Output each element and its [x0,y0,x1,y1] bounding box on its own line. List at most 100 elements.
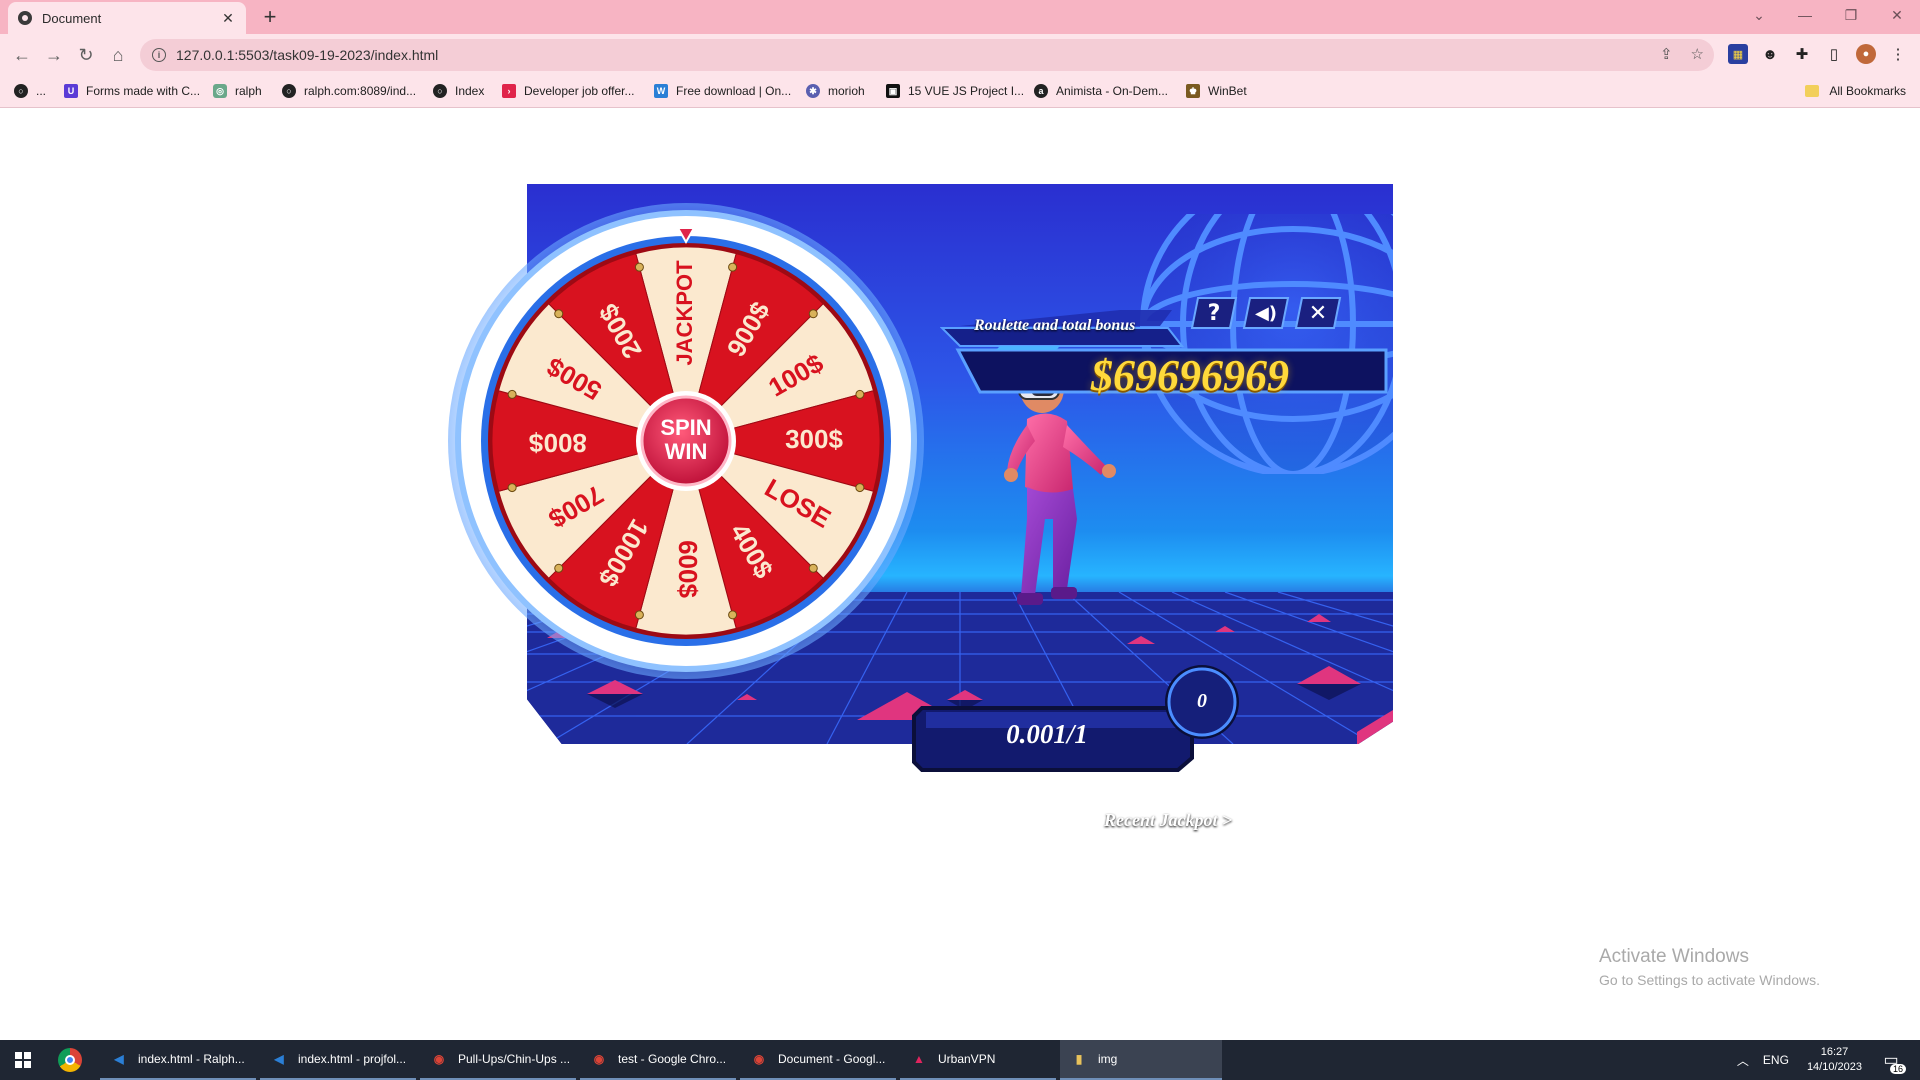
chevron-down-icon[interactable]: ⌄ [1736,0,1782,30]
close-button[interactable]: ✕ [1294,296,1342,330]
morioh-icon: ✱ [806,84,820,98]
notification-icon[interactable]: ▭ 16 [1876,1050,1906,1074]
tab-title: Document [42,10,102,26]
wheel-stud [808,563,818,573]
extension-icon[interactable]: ▦ [1728,44,1748,64]
notification-count: 16 [1889,1064,1906,1074]
start-button[interactable] [0,1040,46,1080]
wheel-stud [554,309,564,319]
wheel-stud [855,483,865,493]
reload-button[interactable]: ↻ [74,43,98,67]
back-button[interactable]: ← [10,43,34,67]
bookmark-item[interactable]: U Forms made with C... [64,84,200,98]
new-tab-button[interactable]: + [258,4,282,30]
bookmark-item[interactable]: ▣ 15 VUE JS Project I... [886,84,1024,98]
windows-taskbar: ◀ index.html - Ralph... ◀ index.html - pro… [0,1040,1920,1080]
wheel-segment-label: 600$ [673,540,703,598]
wheel-segment-label: 800$ [529,428,587,458]
browser-toolbar: ← → ↻ ⌂ i 127.0.0.1:5503/task09-19-2023/… [0,34,1920,76]
wheel-stud [728,262,738,272]
taskbar-item[interactable]: ◀ index.html - projfol... [260,1040,416,1080]
animista-icon: a [1034,84,1048,98]
globe-icon [18,11,32,25]
close-window-button[interactable]: ✕ [1874,0,1920,30]
taskbar-item[interactable]: ▲ UrbanVPN [900,1040,1056,1080]
bookmark-item[interactable]: ○ ralph.com:8089/ind... [282,84,416,98]
address-bar[interactable]: i 127.0.0.1:5503/task09-19-2023/index.ht… [140,39,1714,71]
alien-extension-icon[interactable]: ☻ [1760,44,1780,64]
bonus-amount: $69696969 [1091,351,1289,400]
watermark-title: Activate Windows [1599,946,1749,967]
side-panel-icon[interactable]: ▯ [1824,44,1844,64]
chrome-icon: ◉ [593,1052,605,1066]
wheel-stud [634,262,644,272]
vscode-icon: ◀ [114,1052,124,1066]
bookmarks-bar: ○... U Forms made with C... ◎ ralph ○ ralph… [0,76,1920,108]
restore-button[interactable]: ❐ [1828,0,1874,30]
wheel-stud [855,389,865,399]
taskbar-item[interactable]: ◀ index.html - Ralph... [100,1040,256,1080]
bookmark-item[interactable]: a Animista - On-Dem... [1034,84,1168,98]
spin-label: SPIN [660,415,711,440]
avatar[interactable]: ● [1856,44,1876,64]
close-tab-icon[interactable]: ✕ [220,10,236,27]
help-button[interactable]: ? [1190,296,1238,330]
window-controls: ⌄ — ❐ ✕ [1736,0,1920,30]
globe-icon: ○ [282,84,296,98]
bookmark-item[interactable]: ✱ morioh [806,84,865,98]
home-button[interactable]: ⌂ [106,43,130,67]
chrome-icon: ◉ [433,1052,445,1066]
all-bookmarks[interactable]: All Bookmarks [1805,84,1906,98]
forward-button[interactable]: → [42,43,66,67]
url-text: 127.0.0.1:5503/task09-19-2023/index.html [176,47,439,63]
menu-icon[interactable]: ⋮ [1888,44,1908,64]
clock[interactable]: 16:27 14/10/2023 [1807,1045,1862,1075]
chevron-up-icon[interactable]: ︿ [1737,1052,1749,1069]
system-tray: ︿ ENG 16:27 14/10/2023 ▭ 16 [1737,1040,1920,1080]
bookmark-item[interactable]: › Developer job offer... [502,84,635,98]
taskbar-item[interactable]: ▮ img [1060,1040,1222,1080]
winbet-icon: ♚ [1186,84,1200,98]
info-icon[interactable]: i [152,48,166,62]
win-label: WIN [665,439,708,464]
watermark-subtitle: Go to Settings to activate Windows. [1599,972,1820,988]
bookmark-item[interactable]: ♚ WinBet [1186,84,1247,98]
close-icon: ✕ [1308,300,1328,326]
urbanvpn-icon: ▲ [913,1052,925,1066]
bookmark-item[interactable]: ○... [14,84,46,98]
folder-icon [1805,85,1820,97]
arrow-logo-icon: › [502,84,516,98]
activate-windows-watermark: Activate Windows Go to Settings to activ… [1599,946,1820,988]
share-icon[interactable]: ⇪ [1660,45,1673,63]
windows-icon [15,1052,31,1068]
wheel-segment-label: 300$ [785,424,843,454]
taskbar-item[interactable]: ◉ test - Google Chro... [580,1040,736,1080]
wheel-stud [728,610,738,620]
roulette-wheel[interactable]: JACKPOT 900$100$300$LOSE400$600$1000$700$… [446,196,926,686]
wheel-stud [634,610,644,620]
question-icon: ? [1207,300,1221,326]
recent-jackpot-link[interactable]: Recent Jackpot > [1104,810,1232,831]
bookmark-item[interactable]: W Free download | On... [654,84,791,98]
star-icon[interactable]: ☆ [1691,45,1704,63]
taskbar-item[interactable]: ◉ Document - Googl... [740,1040,896,1080]
wheel-stud [507,389,517,399]
browser-tab[interactable]: Document ✕ [8,2,246,34]
globe-icon: ○ [14,84,28,98]
bookmark-item[interactable]: ○ Index [433,84,484,98]
chrome-icon[interactable] [58,1048,82,1072]
clock-time: 16:27 [1820,1046,1849,1058]
globe-icon: ○ [433,84,447,98]
puzzle-icon[interactable]: ✚ [1792,44,1812,64]
wheel-segment-label: JACKPOT [672,260,697,366]
taskbar-item[interactable]: ◉ Pull-Ups/Chin-Ups ... [420,1040,576,1080]
minimize-button[interactable]: — [1782,0,1828,30]
sound-button[interactable]: ◀) [1242,296,1290,330]
wheel-stud [507,483,517,493]
wheel-stud [554,563,564,573]
vscode-icon: ◀ [274,1052,284,1066]
w-logo-icon: W [654,84,668,98]
chrome-icon: ◉ [753,1052,765,1066]
bookmark-item[interactable]: ◎ ralph [213,84,262,98]
language-indicator[interactable]: ENG [1763,1053,1789,1067]
